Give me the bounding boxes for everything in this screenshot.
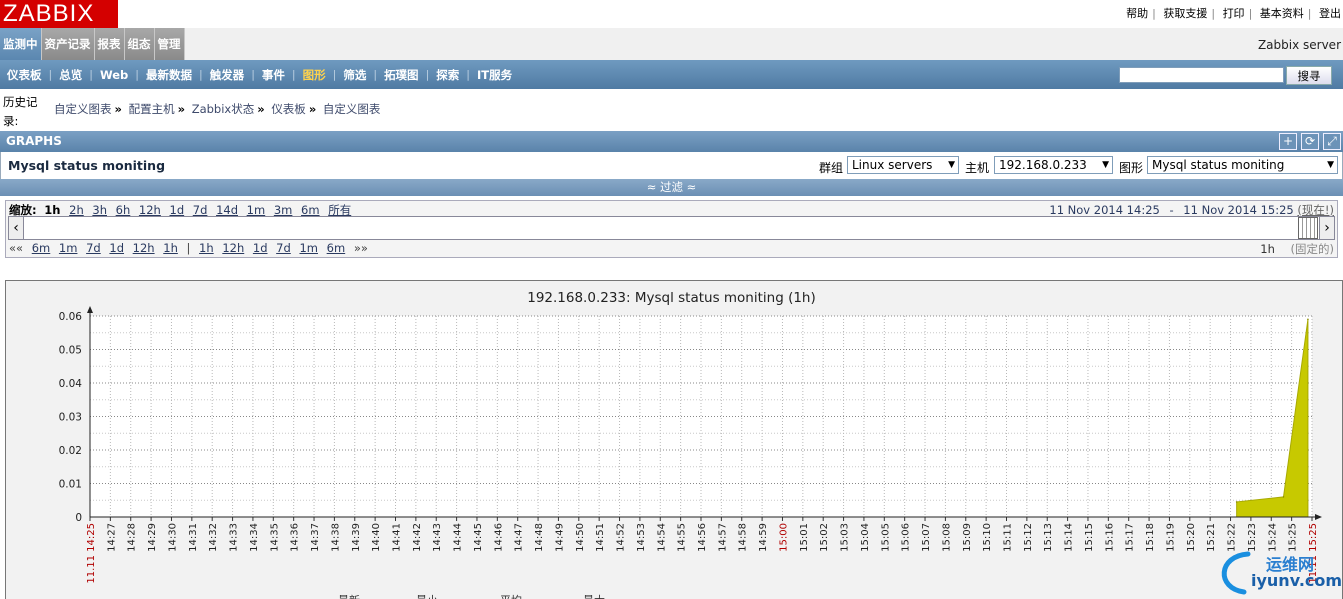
y-tick-label: 0.06	[59, 311, 83, 323]
x-tick-label: 14:44	[453, 523, 464, 552]
x-tick-label: 14:28	[127, 523, 138, 552]
x-tick-label: 15:19	[1165, 523, 1176, 552]
x-tick-label: 14:49	[554, 523, 565, 552]
x-axis-arrow	[1315, 514, 1322, 520]
x-tick-label: 14:39	[351, 523, 362, 552]
x-tick-label: 14:43	[432, 523, 443, 552]
x-tick-label: 11.11 14:25	[86, 523, 97, 584]
x-tick-label: 15:10	[982, 523, 993, 552]
x-tick-label: 14:58	[738, 523, 749, 552]
x-tick-label: 15:14	[1064, 523, 1075, 552]
x-tick-label: 15:03	[840, 523, 851, 552]
x-tick-label: 14:55	[677, 523, 688, 552]
x-tick-label: 14:51	[595, 523, 606, 552]
x-tick-label: 14:31	[188, 523, 199, 552]
x-tick-label: 14:48	[534, 523, 545, 552]
x-tick-label: 14:36	[290, 523, 301, 552]
data-point	[1307, 318, 1309, 321]
x-tick-label: 14:50	[575, 523, 586, 552]
legend-header: 最大	[583, 592, 605, 599]
x-tick-label: 15:17	[1125, 523, 1136, 552]
x-tick-label: 15:06	[901, 523, 912, 552]
x-tick-label: 14:42	[412, 523, 423, 552]
x-tick-label: 14:45	[473, 523, 484, 552]
x-tick-label: 15:12	[1023, 523, 1034, 552]
data-point	[1235, 501, 1238, 503]
x-tick-label: 14:52	[616, 523, 627, 552]
x-tick-label: 15:04	[860, 523, 871, 552]
y-tick-label: 0.04	[59, 378, 83, 390]
y-tick-label: 0	[75, 512, 82, 524]
x-tick-label: 15:07	[921, 523, 932, 552]
legend-header: 平均	[500, 592, 522, 599]
x-tick-label: 14:35	[269, 523, 280, 552]
chart-svg: 0 0.01 0.02 0.03 0.04 0.05 0.06 11.11 14:25 14:2…	[59, 306, 1322, 584]
y-tick-label: 0.03	[59, 412, 82, 424]
x-tick-label: 15:18	[1145, 523, 1156, 552]
x-tick-label: 15:15	[1084, 523, 1095, 552]
legend-header: 最小	[416, 592, 438, 599]
watermark-url: iyunv.com	[1251, 571, 1343, 590]
x-tick-label: 14:37	[310, 523, 321, 552]
x-tick-label: 15:13	[1043, 523, 1054, 552]
x-tick-label: 15:16	[1104, 523, 1115, 552]
x-tick-label: 14:29	[147, 523, 158, 552]
x-tick-label: 14:46	[493, 523, 504, 552]
y-tick-label: 0.02	[59, 445, 82, 457]
data-point	[1282, 496, 1285, 498]
x-tick-label: 14:41	[392, 523, 403, 552]
legend-header: 最新	[338, 592, 360, 599]
x-tick-label: 14:53	[636, 523, 647, 552]
x-tick-label: 14:32	[208, 523, 219, 552]
x-tick-label: 15:11	[1003, 523, 1014, 552]
x-tick-label: 14:30	[167, 523, 178, 552]
y-tick-label: 0.01	[59, 479, 82, 491]
x-tick-label: 14:27	[106, 523, 117, 552]
x-tick-label: 15:09	[962, 523, 973, 552]
y-tick-label: 0.05	[59, 345, 82, 357]
x-tick-label: 15:02	[819, 523, 830, 552]
x-tick-label: 15:01	[799, 523, 810, 552]
x-tick-label: 14:34	[249, 523, 260, 552]
y-axis-arrow	[87, 306, 93, 313]
x-tick-label: 14:33	[229, 523, 240, 552]
x-tick-label: 15:08	[941, 523, 952, 552]
x-tick-label: 14:54	[656, 523, 667, 552]
x-tick-label: 14:47	[514, 523, 525, 552]
x-tick-label: 15:05	[880, 523, 891, 552]
x-tick-label: 14:38	[330, 523, 341, 552]
x-tick-label: 14:59	[758, 523, 769, 552]
x-tick-label: 15:20	[1186, 523, 1197, 552]
x-tick-label: 14:40	[371, 523, 382, 552]
x-tick-label: 15:00	[778, 523, 789, 552]
x-tick-label: 14:57	[717, 523, 728, 552]
x-tick-label: 14:56	[697, 523, 708, 552]
